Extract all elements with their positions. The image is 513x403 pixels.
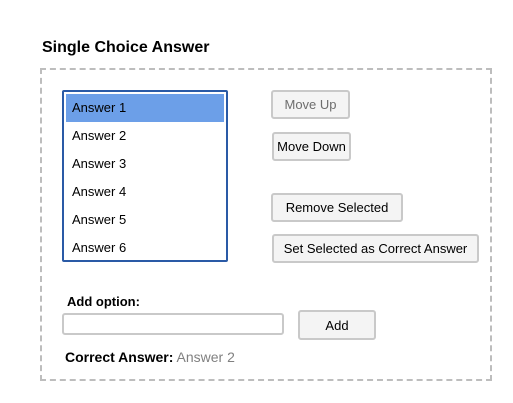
correct-answer-value: Answer 2 bbox=[176, 349, 235, 365]
option-item[interactable]: Answer 4 bbox=[66, 178, 224, 206]
option-item[interactable]: Answer 1 bbox=[66, 94, 224, 122]
add-button[interactable]: Add bbox=[298, 310, 376, 340]
move-down-button[interactable]: Move Down bbox=[272, 132, 351, 161]
options-listbox[interactable]: Answer 1 Answer 2 Answer 3 Answer 4 Answ… bbox=[62, 90, 228, 262]
correct-answer-display: Correct Answer: Answer 2 bbox=[65, 349, 235, 365]
option-item[interactable]: Answer 3 bbox=[66, 150, 224, 178]
move-up-button[interactable]: Move Up bbox=[271, 90, 350, 119]
page-title: Single Choice Answer bbox=[42, 39, 210, 56]
add-option-input[interactable] bbox=[62, 313, 284, 335]
option-item[interactable]: Answer 6 bbox=[66, 234, 224, 262]
option-item[interactable]: Answer 5 bbox=[66, 206, 224, 234]
option-item[interactable]: Answer 2 bbox=[66, 122, 224, 150]
set-correct-answer-button[interactable]: Set Selected as Correct Answer bbox=[272, 234, 479, 263]
remove-selected-button[interactable]: Remove Selected bbox=[271, 193, 403, 222]
correct-answer-label: Correct Answer: bbox=[65, 349, 174, 365]
add-option-label: Add option: bbox=[67, 294, 140, 309]
